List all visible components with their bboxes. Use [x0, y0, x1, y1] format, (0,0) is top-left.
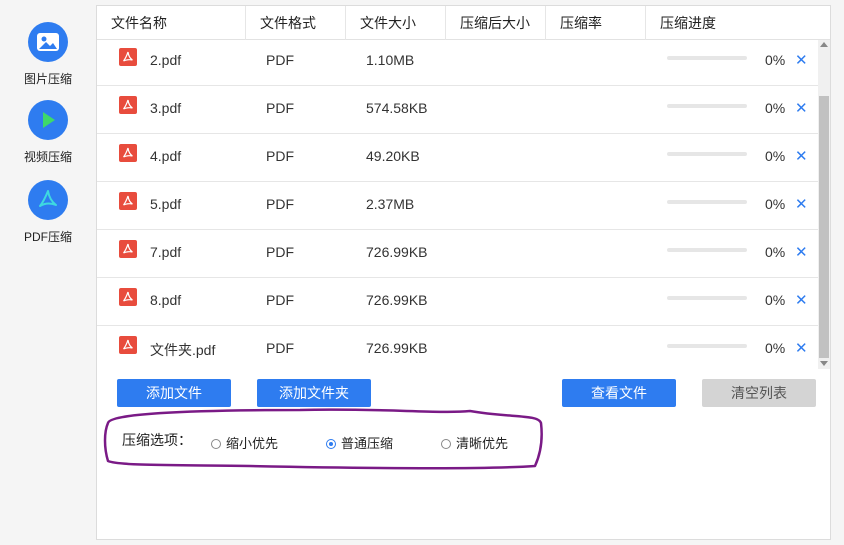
table-row[interactable]: 3.pdf PDF 574.58KB 0% ✕ [97, 86, 818, 134]
table-row[interactable]: 5.pdf PDF 2.37MB 0% ✕ [97, 182, 818, 230]
table-row[interactable]: 4.pdf PDF 49.20KB 0% ✕ [97, 134, 818, 182]
vertical-scrollbar[interactable] [818, 40, 830, 369]
file-name: 7.pdf [150, 244, 182, 260]
option-smaller-first[interactable]: 缩小优先 [211, 433, 278, 452]
progress-percent: 0% [765, 196, 786, 212]
file-format: PDF [266, 244, 294, 260]
radio-icon[interactable] [441, 439, 451, 449]
remove-icon[interactable]: ✕ [795, 51, 808, 69]
clear-list-button[interactable]: 清空列表 [702, 379, 816, 407]
column-header-name[interactable]: 文件名称 [97, 6, 246, 40]
progress-bar [667, 344, 747, 348]
file-format: PDF [266, 52, 294, 68]
pdf-file-icon [119, 336, 137, 354]
progress-bar [667, 56, 747, 60]
progress-bar [667, 152, 747, 156]
column-header-progress[interactable]: 压缩进度 [646, 6, 830, 40]
file-list: 2.pdf PDF 1.10MB 0% ✕ 3.pdf PDF 574.58KB… [97, 40, 818, 369]
file-size: 49.20KB [366, 148, 420, 164]
file-format: PDF [266, 148, 294, 164]
file-name: 4.pdf [150, 148, 182, 164]
option-normal[interactable]: 普通压缩 [326, 433, 393, 452]
table-row[interactable]: 8.pdf PDF 726.99KB 0% ✕ [97, 278, 818, 326]
file-name: 文件夹.pdf [150, 342, 216, 358]
column-header-size[interactable]: 文件大小 [346, 6, 446, 40]
sidebar: 图片压缩 视频压缩 PDF压缩 [0, 0, 96, 545]
progress-percent: 0% [765, 292, 786, 308]
file-size: 574.58KB [366, 100, 428, 116]
sidebar-item-label: 视频压缩 [23, 150, 72, 164]
file-format: PDF [266, 196, 294, 212]
compress-options-label: 压缩选项： [122, 432, 192, 448]
progress-bar [667, 200, 747, 204]
file-size: 2.37MB [366, 196, 415, 212]
progress-bar [667, 104, 747, 108]
remove-icon[interactable]: ✕ [795, 291, 808, 309]
file-size: 1.10MB [366, 52, 415, 68]
sidebar-item-label: PDF压缩 [23, 230, 72, 244]
pdf-file-icon [119, 144, 137, 162]
radio-selected-icon[interactable] [326, 439, 336, 449]
file-size: 726.99KB [366, 340, 428, 356]
remove-icon[interactable]: ✕ [795, 99, 808, 117]
main-panel: 文件名称 文件格式 文件大小 压缩后大小 压缩率 压缩进度 2.pdf PDF … [96, 5, 831, 540]
file-name: 2.pdf [150, 52, 182, 68]
column-header-format[interactable]: 文件格式 [246, 6, 346, 40]
option-label: 普通压缩 [341, 436, 394, 451]
file-format: PDF [266, 100, 294, 116]
sidebar-item-video-compress[interactable]: 视频压缩 [0, 100, 96, 165]
progress-percent: 0% [765, 244, 786, 260]
remove-icon[interactable]: ✕ [795, 195, 808, 213]
add-file-button[interactable]: 添加文件 [117, 379, 231, 407]
progress-bar [667, 296, 747, 300]
progress-percent: 0% [765, 148, 786, 164]
option-clarity-first[interactable]: 清晰优先 [441, 433, 508, 452]
file-name: 8.pdf [150, 292, 182, 308]
table-row[interactable]: 2.pdf PDF 1.10MB 0% ✕ [97, 40, 818, 86]
radio-icon[interactable] [211, 439, 221, 449]
add-folder-button[interactable]: 添加文件夹 [257, 379, 371, 407]
option-label: 清晰优先 [456, 436, 509, 451]
pdf-file-icon [119, 48, 137, 66]
image-icon [28, 22, 68, 62]
scroll-up-arrow-icon[interactable] [820, 42, 828, 47]
remove-icon[interactable]: ✕ [795, 243, 808, 261]
column-header-compressed-size[interactable]: 压缩后大小 [446, 6, 546, 40]
pdf-file-icon [119, 192, 137, 210]
column-header-ratio[interactable]: 压缩率 [546, 6, 646, 40]
progress-percent: 0% [765, 340, 786, 356]
file-format: PDF [266, 292, 294, 308]
pdf-file-icon [119, 96, 137, 114]
file-format: PDF [266, 340, 294, 356]
file-name: 3.pdf [150, 100, 182, 116]
progress-percent: 0% [765, 100, 786, 116]
remove-icon[interactable]: ✕ [795, 147, 808, 165]
progress-bar [667, 248, 747, 252]
table-header: 文件名称 文件格式 文件大小 压缩后大小 压缩率 压缩进度 [97, 6, 830, 40]
sidebar-item-image-compress[interactable]: 图片压缩 [0, 22, 96, 87]
progress-percent: 0% [765, 52, 786, 68]
table-row[interactable]: 文件夹.pdf PDF 726.99KB 0% ✕ [97, 326, 818, 369]
pdf-file-icon [119, 288, 137, 306]
scroll-thumb[interactable] [819, 96, 829, 358]
sidebar-item-pdf-compress[interactable]: PDF压缩 [0, 180, 96, 245]
table-row[interactable]: 7.pdf PDF 726.99KB 0% ✕ [97, 230, 818, 278]
sidebar-item-label: 图片压缩 [23, 72, 72, 86]
view-files-button[interactable]: 查看文件 [562, 379, 676, 407]
file-name: 5.pdf [150, 196, 182, 212]
scroll-down-arrow-icon[interactable] [820, 361, 828, 366]
pdf-file-icon [119, 240, 137, 258]
file-size: 726.99KB [366, 292, 428, 308]
option-label: 缩小优先 [226, 436, 279, 451]
file-size: 726.99KB [366, 244, 428, 260]
pdf-icon [28, 180, 68, 220]
remove-icon[interactable]: ✕ [795, 339, 808, 357]
play-icon [28, 100, 68, 140]
